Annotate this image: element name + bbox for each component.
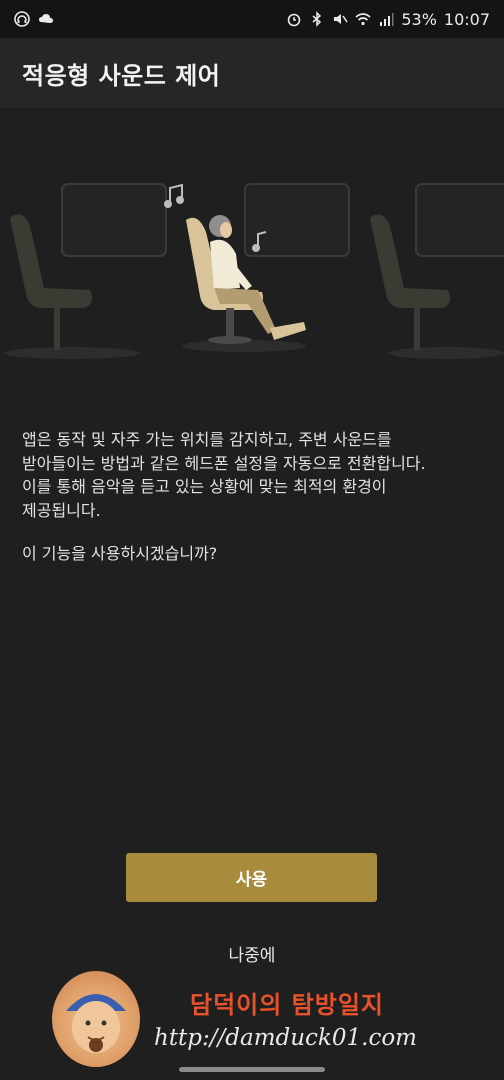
description-line: 앱은 동작 및 자주 가는 위치를 감지하고, 주변 사운드를	[22, 430, 392, 449]
app-bar: 적응형 사운드 제어	[0, 38, 504, 108]
watermark-title: 담덕이의 탐방일지	[190, 990, 384, 1019]
cartoon-face-icon	[66, 994, 126, 1053]
status-left	[14, 11, 54, 27]
headset-icon	[14, 11, 30, 27]
alarm-icon	[288, 13, 301, 27]
description-line: 제공됩니다.	[22, 500, 101, 520]
mute-icon	[334, 14, 348, 24]
page-title: 적응형 사운드 제어	[22, 61, 221, 90]
description-line: 이를 통해 음악을 듣고 있는 상황에 맞는 최적의 환경이	[22, 477, 387, 496]
later-button[interactable]: 나중에	[176, 935, 328, 971]
signal-icon	[380, 13, 394, 26]
watermark-url: http://damduck01.com	[154, 1025, 417, 1051]
use-button[interactable]: 사용	[126, 853, 377, 902]
feature-description: 앱은 동작 및 자주 가는 위치를 감지하고, 주변 사운드를 받아들이는 방법…	[22, 428, 484, 522]
wifi-icon	[355, 13, 371, 26]
confirmation-question: 이 기능을 사용하시겠습니까?	[22, 544, 218, 563]
description-line: 받아들이는 방법과 같은 헤드폰 설정을 자동으로 전환합니다.	[22, 453, 426, 473]
music-note-icon	[164, 183, 184, 208]
cloud-sync-icon	[39, 14, 53, 23]
status-bar: 53% 10:07	[0, 0, 504, 38]
navigation-handle[interactable]	[179, 1067, 325, 1072]
bluetooth-icon	[312, 11, 322, 27]
airplane-cabin-illustration	[4, 183, 504, 359]
clock-time: 10:07	[443, 9, 490, 29]
battery-percent: 53%	[401, 9, 437, 29]
status-right: 53% 10:07	[286, 10, 490, 29]
avatar	[52, 971, 140, 1067]
